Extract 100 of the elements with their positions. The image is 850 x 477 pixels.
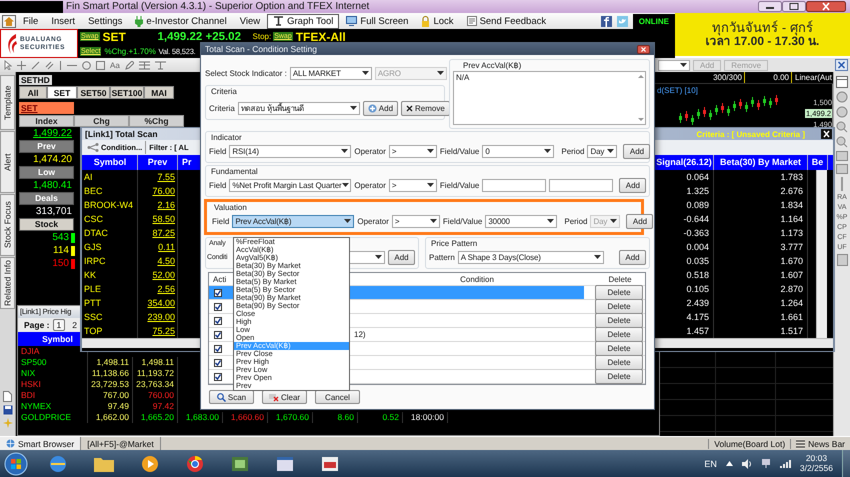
- signal-icon[interactable]: [780, 459, 791, 468]
- delete-button[interactable]: Delete: [595, 285, 643, 300]
- home-button[interactable]: [2, 14, 16, 28]
- criteria-label: Criteria : [ Unsaved Criteria ]: [696, 130, 805, 138]
- menu-item[interactable]: Insert: [45, 14, 82, 28]
- add-button[interactable]: Add: [623, 144, 650, 158]
- beta-cell: 1.834: [714, 198, 808, 212]
- operator-dropdown[interactable]: >: [388, 144, 437, 158]
- dialog-button[interactable]: Clear: [262, 390, 307, 404]
- prev-cell: 2.56: [138, 282, 178, 296]
- delete-button[interactable]: Delete: [595, 355, 643, 370]
- index-value: 1,499.22: [32, 127, 73, 140]
- input-field[interactable]: [482, 178, 546, 192]
- remove-button[interactable]: Remove: [401, 100, 450, 116]
- index-name: SET: [19, 102, 74, 114]
- ring-icon[interactable]: [185, 454, 205, 474]
- clock[interactable]: 20:03 3/2/2556: [800, 454, 833, 474]
- start-button[interactable]: [3, 452, 29, 476]
- dialog-button[interactable]: Scan: [209, 390, 254, 404]
- market-tab[interactable]: All: [19, 86, 47, 99]
- text-tool[interactable]: Aa: [110, 60, 120, 70]
- maximize-button[interactable]: [782, 1, 806, 12]
- caret-icon: [680, 63, 687, 67]
- menu-item[interactable]: View: [234, 14, 266, 28]
- field-dropdown[interactable]: Prev AccVal(K฿): [232, 214, 354, 228]
- value-cell: 97.49: [88, 401, 133, 412]
- checkbox[interactable]: [214, 358, 222, 366]
- page-button[interactable]: 2: [68, 319, 81, 331]
- news-bar-button[interactable]: News Bar: [790, 438, 850, 448]
- menu-item[interactable]: Graph Tool: [267, 14, 340, 28]
- period-dropdown[interactable]: Day: [587, 144, 618, 158]
- market-tab[interactable]: MAI: [144, 86, 174, 99]
- operator-dropdown[interactable]: >: [388, 178, 437, 192]
- add-button[interactable]: Add: [619, 250, 646, 264]
- minimize-button[interactable]: [758, 1, 782, 12]
- side-tab[interactable]: Template: [0, 75, 15, 130]
- close-button[interactable]: [821, 129, 832, 139]
- add-button[interactable]: Add: [362, 100, 398, 116]
- value-combo[interactable]: 0: [482, 144, 554, 158]
- indicator-dropdown[interactable]: [658, 60, 690, 70]
- checkbox[interactable]: [214, 302, 222, 310]
- side-tab[interactable]: Stock Focus: [0, 194, 15, 256]
- fibonacci-icon: [138, 60, 150, 70]
- play-icon[interactable]: [140, 454, 160, 474]
- close-button[interactable]: [806, 1, 846, 12]
- save-icon[interactable]: [2, 405, 12, 415]
- column-header: %Chg: [129, 114, 184, 126]
- checkbox[interactable]: [214, 316, 222, 324]
- delete-button[interactable]: Delete: [595, 313, 643, 328]
- field-dropdown[interactable]: RSI(14): [229, 144, 352, 158]
- zoom-in-icon[interactable]: [836, 121, 848, 133]
- zoom-out-icon[interactable]: [836, 136, 848, 148]
- document-icon[interactable]: [3, 391, 12, 402]
- beta-cell: 1.264: [714, 296, 808, 310]
- dialog-button[interactable]: Cancel: [315, 390, 360, 404]
- menu-item[interactable]: e-Investor Channel: [129, 14, 233, 28]
- symbol-cell: BEC: [83, 184, 138, 198]
- operator-dropdown[interactable]: >: [392, 214, 440, 228]
- pattern-dropdown[interactable]: A Shape 3 Days(Close): [458, 250, 604, 264]
- side-tab[interactable]: Alert: [0, 131, 15, 193]
- delete-button[interactable]: Delete: [595, 299, 643, 314]
- column-header: Prev: [138, 155, 178, 170]
- market-tab[interactable]: SET100: [110, 86, 144, 99]
- criteria-dropdown[interactable]: ทดสอบ หุ้นพื้นฐานดี: [238, 102, 360, 114]
- menu-item[interactable]: Send Feedback: [460, 14, 552, 28]
- menu-item[interactable]: Settings: [82, 14, 128, 28]
- globe-icon[interactable]: [48, 454, 68, 474]
- add-button[interactable]: Add: [388, 250, 415, 264]
- speaker-icon[interactable]: [742, 458, 752, 468]
- symbol-cell: SP500: [20, 357, 88, 368]
- scroll-arrows-icon[interactable]: [638, 74, 644, 122]
- checkbox[interactable]: [214, 330, 222, 338]
- market-tab[interactable]: SET50: [77, 86, 110, 99]
- checkbox[interactable]: [214, 288, 222, 296]
- tray-arrow-icon[interactable]: [726, 461, 733, 466]
- value-combo[interactable]: 30000: [485, 214, 558, 228]
- panel-icon[interactable]: [836, 76, 848, 88]
- page-button[interactable]: 1: [52, 319, 66, 331]
- scale-cell-text: Linear(Aut: [794, 72, 833, 83]
- menu-item[interactable]: File: [17, 14, 44, 28]
- window-tab[interactable]: Smart Browser: [0, 437, 82, 450]
- side-tab[interactable]: Related Info: [0, 257, 15, 309]
- field-dropdown[interactable]: %Net Profit Margin Last Quarter: [229, 178, 352, 192]
- add-button[interactable]: Add: [626, 214, 654, 228]
- vertical-scrollbar[interactable]: [816, 170, 827, 338]
- delete-button[interactable]: Delete: [595, 341, 643, 356]
- input-field[interactable]: [549, 178, 614, 192]
- delete-button[interactable]: Delete: [595, 327, 643, 342]
- show-desktop-button[interactable]: [842, 450, 850, 477]
- market-tab[interactable]: SET: [47, 86, 77, 99]
- checkbox[interactable]: [214, 344, 222, 352]
- network-icon[interactable]: [760, 458, 771, 469]
- menu-item[interactable]: Full Screen: [340, 14, 414, 28]
- delete-button[interactable]: Delete: [595, 369, 643, 384]
- market-dropdown[interactable]: ALL MARKET: [290, 66, 372, 80]
- menu-item[interactable]: Lock: [415, 14, 460, 28]
- close-button[interactable]: [637, 44, 650, 54]
- language-indicator[interactable]: EN: [704, 458, 717, 468]
- checkbox[interactable]: [214, 372, 222, 380]
- add-button[interactable]: Add: [619, 178, 646, 192]
